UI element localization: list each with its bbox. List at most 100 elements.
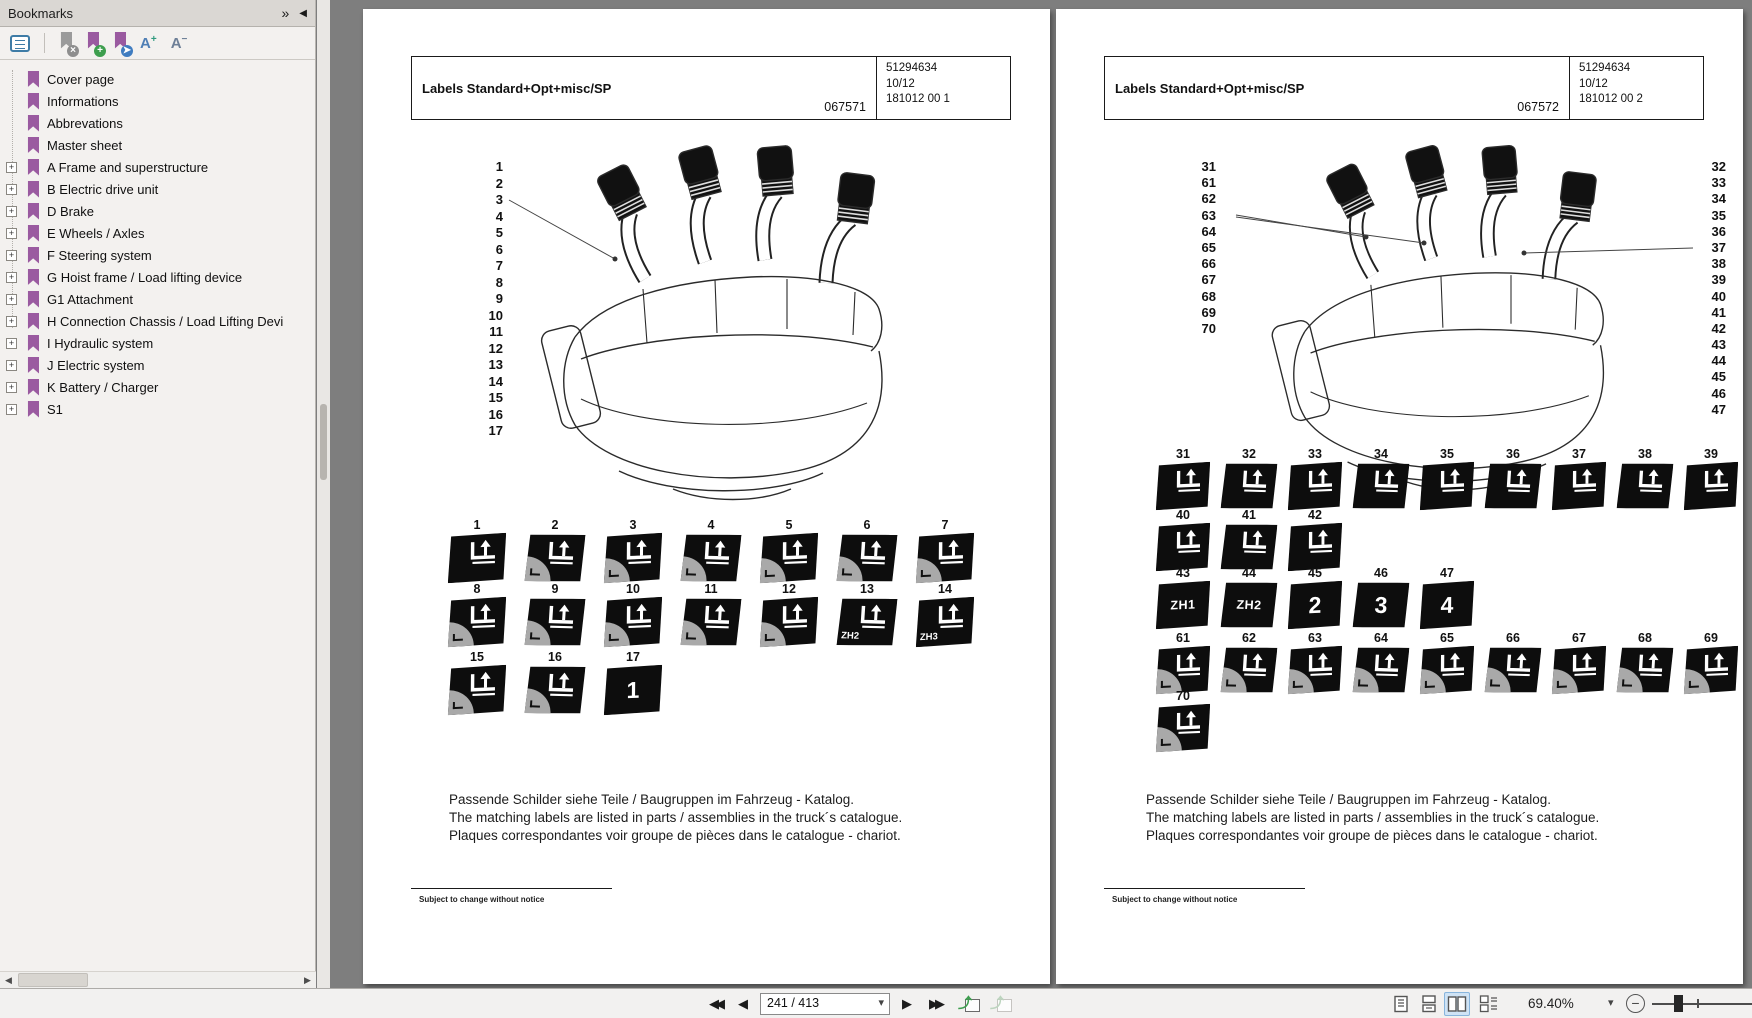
single-page-view-icon[interactable] [1388, 992, 1414, 1016]
bookmark-item[interactable]: + S1 [0, 398, 315, 420]
bookmark-item[interactable]: + I Hydraulic system [0, 332, 315, 354]
panel-splitter[interactable] [317, 0, 330, 988]
bookmark-item[interactable]: + E Wheels / Axles [0, 222, 315, 244]
label-tile: 34 [1354, 447, 1408, 509]
bookmark-label: F Steering system [47, 247, 152, 263]
callout-number: 66 [1201, 256, 1216, 272]
bookmark-item[interactable]: + F Steering system [0, 244, 315, 266]
label-tile: 5 [760, 518, 818, 582]
bookmark-item[interactable]: + Informations [0, 90, 315, 112]
truck-diagram [1254, 137, 1624, 497]
label-tile-number: 1 [473, 518, 481, 532]
expander-plus-icon[interactable]: + [6, 315, 17, 327]
label-sticker: 4 [1420, 581, 1474, 629]
decrease-text-size-icon[interactable]: A− [171, 34, 188, 52]
bookmark-item[interactable]: + K Battery / Charger [0, 376, 315, 398]
bookmark-flag-icon [27, 158, 39, 176]
bookmark-label: Master sheet [47, 137, 123, 153]
viewer-bottom-toolbar: ◀◀ ◀ 241 / 413 ▾ ▶ ▶▶ ⤴ ⤴ 69.40% ▾ − [0, 988, 1752, 1018]
callout-number: 47 [1711, 401, 1726, 417]
bookmark-item[interactable]: + A Frame and superstructure [0, 156, 315, 178]
label-tile: 14 ZH3 [916, 582, 974, 646]
bookmark-item[interactable]: + G1 Attachment [0, 288, 315, 310]
label-tile: 11 [682, 582, 740, 646]
label-sticker: 1 [604, 665, 662, 716]
label-row: 61 62 63 64 65 66 67 68 69 [1156, 631, 1738, 693]
page-dropdown-caret-icon[interactable]: ▾ [878, 996, 884, 1009]
zoom-slider-track[interactable] [1652, 1003, 1752, 1005]
bookmark-item[interactable]: + G Hoist frame / Load lifting device [0, 266, 315, 288]
bookmark-label: K Battery / Charger [47, 379, 159, 395]
last-page-icon[interactable]: ▶▶ [922, 994, 948, 1014]
scrollbar-thumb[interactable] [18, 973, 88, 987]
callout-number: 41 [1711, 304, 1726, 320]
next-view-icon[interactable]: ⤴ [990, 993, 1012, 1013]
delete-bookmark-icon[interactable]: × [59, 32, 79, 57]
label-tile: 65 [1420, 631, 1474, 693]
scroll-left-icon[interactable]: ◀ [0, 972, 17, 988]
expander-plus-icon[interactable]: + [6, 293, 17, 305]
bookmark-item[interactable]: + Master sheet [0, 134, 315, 156]
zoom-dropdown-caret-icon[interactable]: ▾ [1608, 996, 1614, 1009]
bookmark-item[interactable]: + B Electric drive unit [0, 178, 315, 200]
page-number-input[interactable]: 241 / 413 ▾ [760, 993, 890, 1015]
facing-continuous-view-icon[interactable] [1476, 992, 1502, 1016]
zoom-out-icon[interactable]: − [1626, 994, 1645, 1013]
bookmark-flag-icon [27, 246, 39, 264]
label-tile-number: 10 [626, 582, 640, 596]
bookmark-item[interactable]: + J Electric system [0, 354, 315, 376]
label-tile: 67 [1552, 631, 1606, 693]
expander-plus-icon[interactable]: + [6, 359, 17, 371]
expander-plus-icon[interactable]: + [6, 227, 17, 239]
label-sticker [1288, 523, 1342, 571]
bookmark-item[interactable]: + D Brake [0, 200, 315, 222]
label-sticker [1156, 462, 1210, 510]
callout-number: 44 [1711, 353, 1726, 369]
facing-pages-view-icon[interactable] [1444, 992, 1470, 1016]
label-sticker: ZH2 [1221, 581, 1278, 628]
splitter-handle[interactable] [320, 404, 327, 480]
expander-plus-icon[interactable]: + [6, 337, 17, 349]
bookmark-item[interactable]: + H Connection Chassis / Load Lifting De… [0, 310, 315, 332]
label-tile: 44 ZH2 [1222, 566, 1276, 628]
bookmark-label: Cover page [47, 71, 115, 87]
expander-plus-icon[interactable]: + [6, 381, 17, 393]
continuous-view-icon[interactable] [1416, 992, 1442, 1016]
bookmark-item[interactable]: + Abbrevations [0, 112, 315, 134]
callout-number: 6 [495, 241, 503, 257]
locate-bookmark-icon[interactable]: ➤ [113, 32, 133, 57]
pdf-page-right: Labels Standard+Opt+misc/SP 067572 51294… [1056, 9, 1743, 984]
sidebar-horizontal-scrollbar[interactable]: ◀ ▶ [0, 971, 316, 988]
add-bookmark-icon[interactable]: + [86, 32, 106, 57]
callout-number: 63 [1201, 207, 1216, 223]
panel-expand-icon[interactable]: » [282, 5, 290, 21]
scroll-right-icon[interactable]: ▶ [299, 972, 316, 988]
zoom-slider-thumb[interactable] [1674, 995, 1683, 1012]
expander-plus-icon[interactable]: + [6, 271, 17, 283]
callout-number: 46 [1711, 385, 1726, 401]
document-view: Labels Standard+Opt+misc/SP 067571 51294… [330, 0, 1752, 988]
callout-number: 1 [495, 159, 503, 174]
increase-text-size-icon[interactable]: A+ [140, 34, 157, 52]
bookmark-flag-icon [27, 356, 39, 374]
expander-plus-icon[interactable]: + [6, 249, 17, 261]
previous-view-icon[interactable]: ⤴ [958, 993, 980, 1013]
fork-up-arrow-icon [1366, 465, 1407, 499]
bookmark-item[interactable]: + Cover page [0, 68, 315, 90]
panel-collapse-icon[interactable]: ◀ [299, 8, 307, 19]
first-page-icon[interactable]: ◀◀ [702, 994, 728, 1014]
expander-plus-icon[interactable]: + [6, 161, 17, 173]
zoom-level[interactable]: 69.40% [1528, 996, 1574, 1011]
expander-plus-icon[interactable]: + [6, 183, 17, 195]
bookmark-options-icon[interactable] [10, 34, 30, 52]
page-code: 067572 [1517, 100, 1559, 114]
expander-plus-icon[interactable]: + [6, 403, 17, 415]
label-sticker [1288, 646, 1342, 694]
expander-plus-icon[interactable]: + [6, 205, 17, 217]
previous-page-icon[interactable]: ◀ [732, 994, 754, 1014]
label-tile-number: 45 [1308, 566, 1322, 580]
label-tile-number: 47 [1440, 566, 1454, 580]
label-row: 43 ZH1 44 ZH2 45 2 46 3 47 4 [1156, 566, 1474, 628]
next-page-icon[interactable]: ▶ [896, 994, 918, 1014]
toolbar-separator [44, 33, 45, 53]
